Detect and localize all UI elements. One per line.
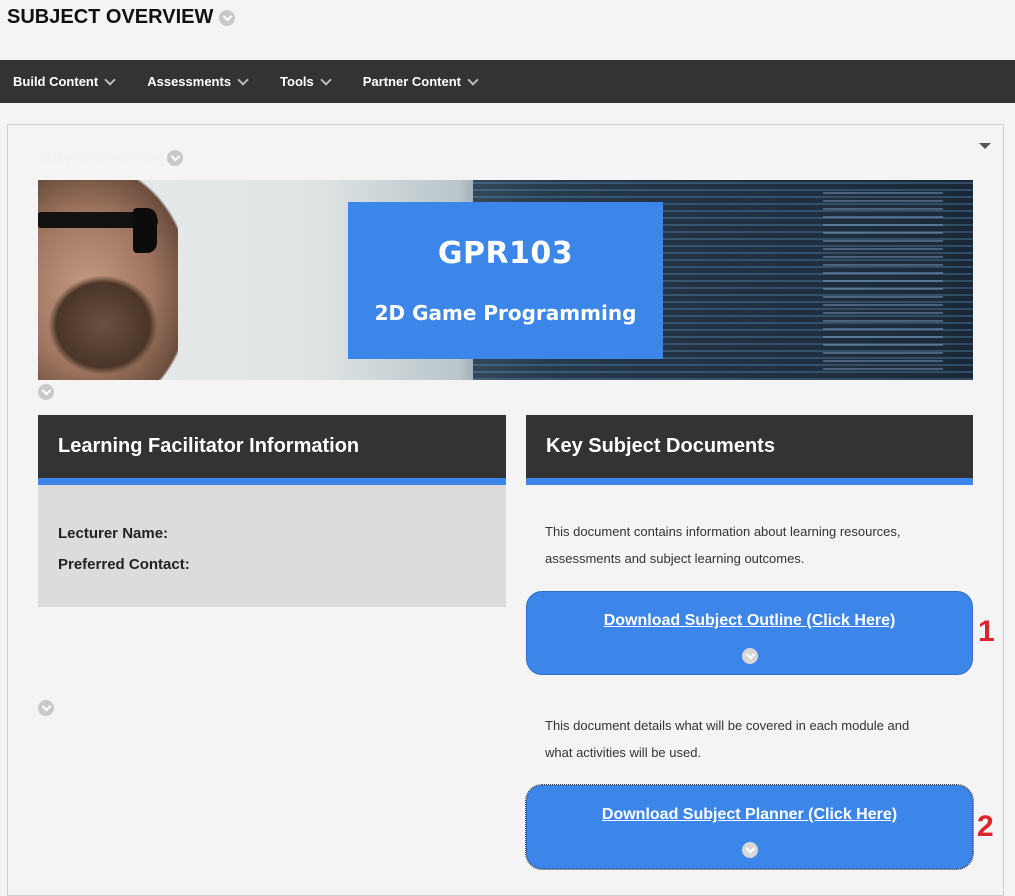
facilitator-heading: Learning Facilitator Information (58, 435, 360, 457)
facilitator-panel-header: Learning Facilitator Information (38, 415, 506, 485)
download-planner-link[interactable]: Download Subject Planner (Click Here) (602, 806, 897, 824)
banner-options-chevron-icon[interactable] (38, 384, 54, 400)
banner-glasses-lens (133, 208, 157, 253)
course-toolbar: Build Content Assessments Tools Partner … (0, 60, 1015, 103)
chevron-down-icon (104, 73, 116, 86)
page-options-chevron-icon[interactable] (219, 9, 236, 26)
collapse-arrow-icon[interactable] (979, 143, 991, 149)
lecturer-name-label: Lecturer Name: (58, 525, 169, 542)
course-name: 2D Game Programming (374, 301, 637, 325)
facilitator-options-chevron-icon[interactable] (38, 700, 54, 716)
annotation-marker-2: 2 (977, 810, 994, 843)
outline-options-chevron-icon[interactable] (742, 648, 758, 664)
planner-description-line2: what activities will be used. (545, 745, 702, 760)
download-outline-link[interactable]: Download Subject Outline (Click Here) (604, 612, 896, 630)
section-title-text: Subject Overview (38, 149, 164, 166)
documents-panel-header: Key Subject Documents (526, 415, 973, 485)
nav-build-content[interactable]: Build Content (13, 73, 116, 89)
nav-partner-content-label: Partner Content (362, 74, 461, 89)
chevron-down-icon (467, 73, 479, 86)
outline-description-line1: This document contains information about… (545, 524, 901, 539)
outline-description: This document contains information about… (545, 518, 901, 572)
planner-description: This document details what will be cover… (545, 712, 909, 766)
documents-heading: Key Subject Documents (546, 435, 775, 457)
course-code: GPR103 (437, 236, 574, 271)
banner-code-image (823, 190, 943, 370)
outline-description-line2: assessments and subject learning outcome… (545, 551, 805, 566)
planner-description-line1: This document details what will be cover… (545, 718, 910, 733)
download-planner-button[interactable]: Download Subject Planner (Click Here) (525, 784, 974, 870)
chevron-down-icon (320, 73, 332, 86)
banner-person-beard (48, 275, 158, 375)
page-title: SUBJECT OVERVIEW (7, 6, 236, 29)
course-title-card: GPR103 2D Game Programming (348, 202, 663, 359)
nav-partner-content[interactable]: Partner Content (362, 73, 479, 89)
nav-assessments-label: Assessments (147, 74, 232, 89)
nav-assessments[interactable]: Assessments (147, 73, 249, 89)
chevron-down-icon (237, 73, 249, 86)
facilitator-panel-body: Lecturer Name: Preferred Contact: (38, 485, 506, 607)
annotation-marker-1: 1 (978, 615, 995, 648)
preferred-contact-label: Preferred Contact: (58, 556, 190, 573)
nav-build-content-label: Build Content (13, 74, 99, 89)
content-item: Subject Overview GPR103 2D Game Programm… (7, 124, 1004, 896)
nav-tools-label: Tools (280, 74, 314, 89)
nav-tools[interactable]: Tools (280, 73, 332, 89)
course-banner: GPR103 2D Game Programming (38, 180, 973, 380)
download-outline-button[interactable]: Download Subject Outline (Click Here) (526, 591, 973, 675)
section-title: Subject Overview (38, 149, 184, 166)
page-title-text: SUBJECT OVERVIEW (7, 6, 214, 28)
planner-options-chevron-icon[interactable] (742, 842, 758, 858)
section-options-chevron-icon[interactable] (167, 149, 184, 166)
